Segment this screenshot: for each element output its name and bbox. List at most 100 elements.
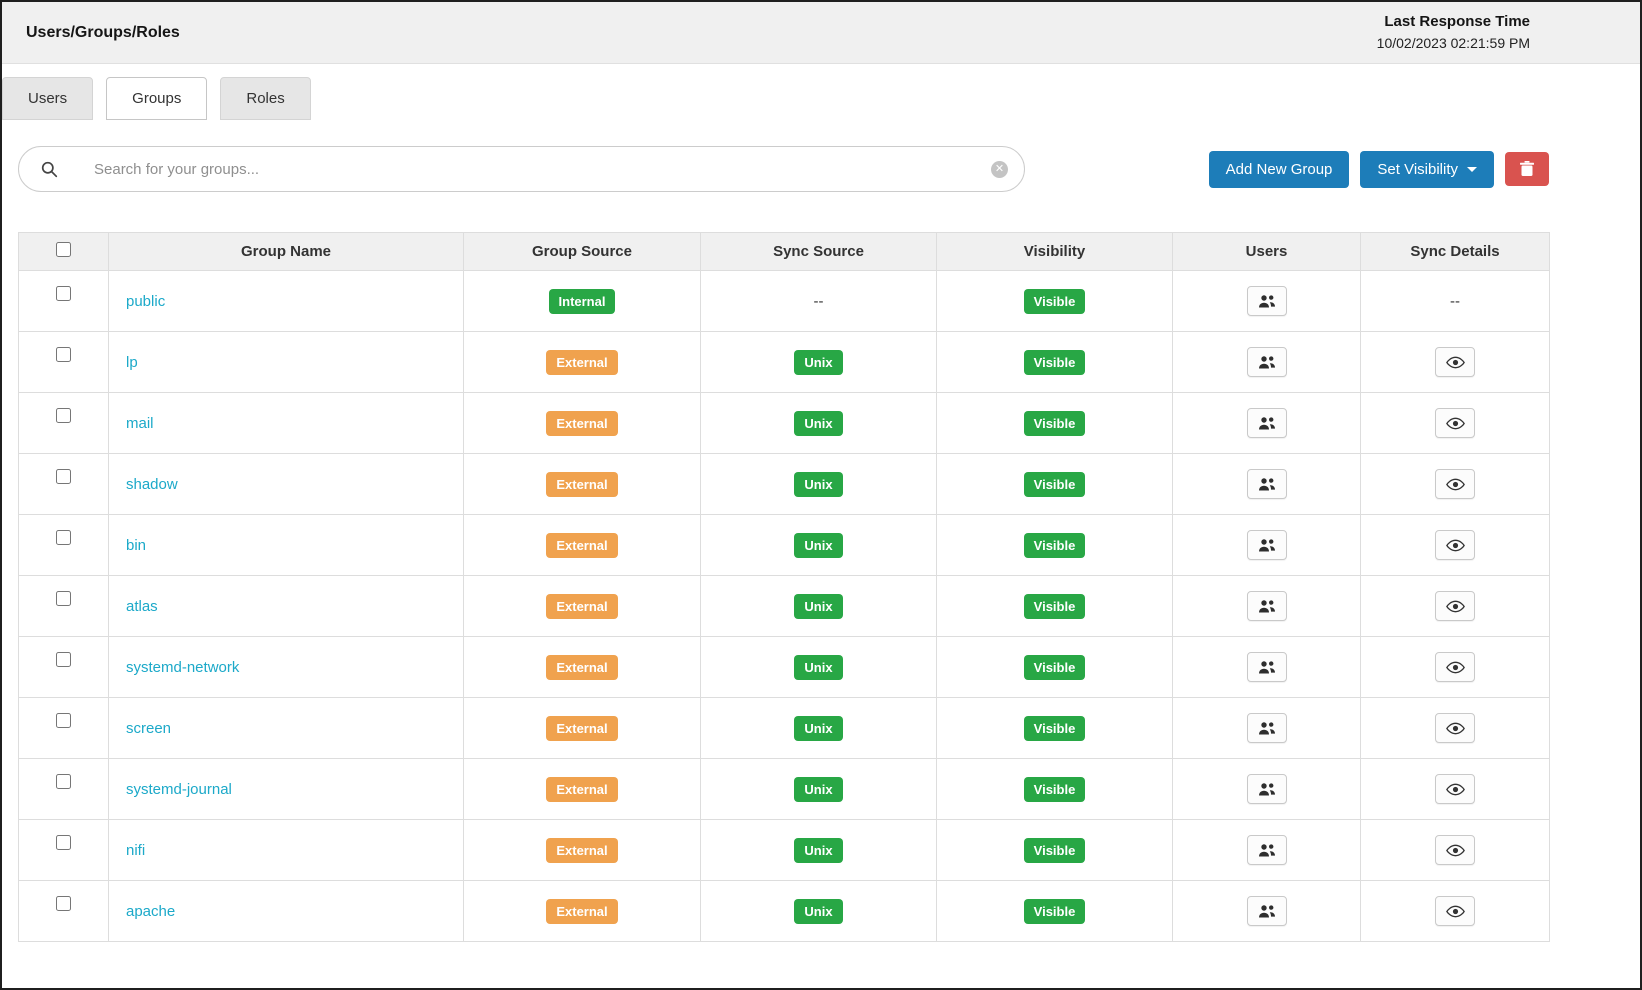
tab-groups[interactable]: Groups <box>106 77 207 120</box>
external-badge: External <box>546 594 617 619</box>
group-name-link[interactable]: lp <box>126 354 138 371</box>
unix-badge: Unix <box>794 777 842 802</box>
row-checkbox[interactable] <box>56 713 71 728</box>
row-checkbox[interactable] <box>56 591 71 606</box>
visibility-cell: Visible <box>937 698 1173 759</box>
table-row: binExternalUnixVisible <box>19 515 1550 576</box>
users-button[interactable] <box>1247 774 1287 804</box>
select-all-checkbox[interactable] <box>56 242 71 257</box>
page: Users/Groups/Roles Last Response Time 10… <box>0 0 1642 990</box>
internal-badge: Internal <box>549 289 616 314</box>
row-checkbox[interactable] <box>56 408 71 423</box>
group-name-link[interactable]: nifi <box>126 842 145 859</box>
add-new-group-button[interactable]: Add New Group <box>1209 151 1350 188</box>
row-checkbox-cell <box>19 820 109 881</box>
group-name-cell: systemd-network <box>109 637 464 698</box>
group-source-cell: External <box>464 698 701 759</box>
group-name-link[interactable]: mail <box>126 415 154 432</box>
eye-icon <box>1446 844 1465 857</box>
users-button[interactable] <box>1247 896 1287 926</box>
visible-badge: Visible <box>1024 289 1086 314</box>
row-checkbox-cell <box>19 759 109 820</box>
search-box[interactable]: ✕ <box>18 146 1025 192</box>
sync-details-button[interactable] <box>1435 713 1475 743</box>
eye-icon <box>1446 356 1465 369</box>
sync-details-button[interactable] <box>1435 469 1475 499</box>
tab-users[interactable]: Users <box>2 77 93 120</box>
sync-details-cell <box>1361 759 1550 820</box>
users-button[interactable] <box>1247 347 1287 377</box>
users-button[interactable] <box>1247 835 1287 865</box>
sync-details-button[interactable] <box>1435 835 1475 865</box>
caret-down-icon <box>1467 167 1477 172</box>
page-title: Users/Groups/Roles <box>26 24 180 42</box>
table-row: mailExternalUnixVisible <box>19 393 1550 454</box>
users-button[interactable] <box>1247 713 1287 743</box>
unix-badge: Unix <box>794 533 842 558</box>
visibility-cell: Visible <box>937 271 1173 332</box>
users-icon <box>1257 660 1277 675</box>
unix-badge: Unix <box>794 472 842 497</box>
row-checkbox[interactable] <box>56 835 71 850</box>
users-button[interactable] <box>1247 408 1287 438</box>
users-button[interactable] <box>1247 530 1287 560</box>
sync-details-button[interactable] <box>1435 652 1475 682</box>
table-row: systemd-networkExternalUnixVisible <box>19 637 1550 698</box>
row-checkbox[interactable] <box>56 530 71 545</box>
users-button[interactable] <box>1247 652 1287 682</box>
sync-source-cell: Unix <box>701 332 937 393</box>
set-visibility-button[interactable]: Set Visibility <box>1360 151 1494 188</box>
unix-badge: Unix <box>794 350 842 375</box>
unix-badge: Unix <box>794 655 842 680</box>
external-badge: External <box>546 350 617 375</box>
sync-details-button[interactable] <box>1435 347 1475 377</box>
sync-source-cell: Unix <box>701 759 937 820</box>
eye-icon <box>1446 905 1465 918</box>
group-name-link[interactable]: atlas <box>126 598 158 615</box>
table-row: systemd-journalExternalUnixVisible <box>19 759 1550 820</box>
row-checkbox[interactable] <box>56 286 71 301</box>
users-button[interactable] <box>1247 469 1287 499</box>
tab-roles[interactable]: Roles <box>220 77 310 120</box>
users-cell <box>1173 881 1361 942</box>
sync-details-button[interactable] <box>1435 896 1475 926</box>
group-name-link[interactable]: screen <box>126 720 171 737</box>
clear-search-icon[interactable]: ✕ <box>991 161 1008 178</box>
sync-details-button[interactable] <box>1435 591 1475 621</box>
group-name-cell: lp <box>109 332 464 393</box>
group-name-link[interactable]: systemd-network <box>126 659 239 676</box>
select-all-header <box>19 233 109 271</box>
users-cell <box>1173 698 1361 759</box>
visibility-cell: Visible <box>937 881 1173 942</box>
topbar: Users/Groups/Roles Last Response Time 10… <box>2 2 1640 64</box>
delete-button[interactable] <box>1505 152 1549 186</box>
external-badge: External <box>546 411 617 436</box>
sync-details-button[interactable] <box>1435 774 1475 804</box>
group-source-cell: Internal <box>464 271 701 332</box>
set-visibility-label: Set Visibility <box>1377 161 1458 178</box>
group-name-link[interactable]: shadow <box>126 476 178 493</box>
users-button[interactable] <box>1247 286 1287 316</box>
search-input[interactable] <box>94 161 991 178</box>
row-checkbox[interactable] <box>56 652 71 667</box>
group-name-cell: public <box>109 271 464 332</box>
row-checkbox[interactable] <box>56 774 71 789</box>
group-name-link[interactable]: systemd-journal <box>126 781 232 798</box>
group-name-link[interactable]: apache <box>126 903 175 920</box>
tab-bar: Users Groups Roles <box>2 77 1640 120</box>
group-name-link[interactable]: bin <box>126 537 146 554</box>
group-name-cell: shadow <box>109 454 464 515</box>
sync-details-button[interactable] <box>1435 408 1475 438</box>
toolbar: ✕ Add New Group Set Visibility <box>18 146 1549 192</box>
group-source-cell: External <box>464 881 701 942</box>
group-name-link[interactable]: public <box>126 293 165 310</box>
eye-icon <box>1446 722 1465 735</box>
sync-source-cell: Unix <box>701 515 937 576</box>
row-checkbox[interactable] <box>56 469 71 484</box>
sync-details-button[interactable] <box>1435 530 1475 560</box>
visible-badge: Visible <box>1024 350 1086 375</box>
users-button[interactable] <box>1247 591 1287 621</box>
row-checkbox[interactable] <box>56 896 71 911</box>
row-checkbox[interactable] <box>56 347 71 362</box>
group-name-cell: apache <box>109 881 464 942</box>
